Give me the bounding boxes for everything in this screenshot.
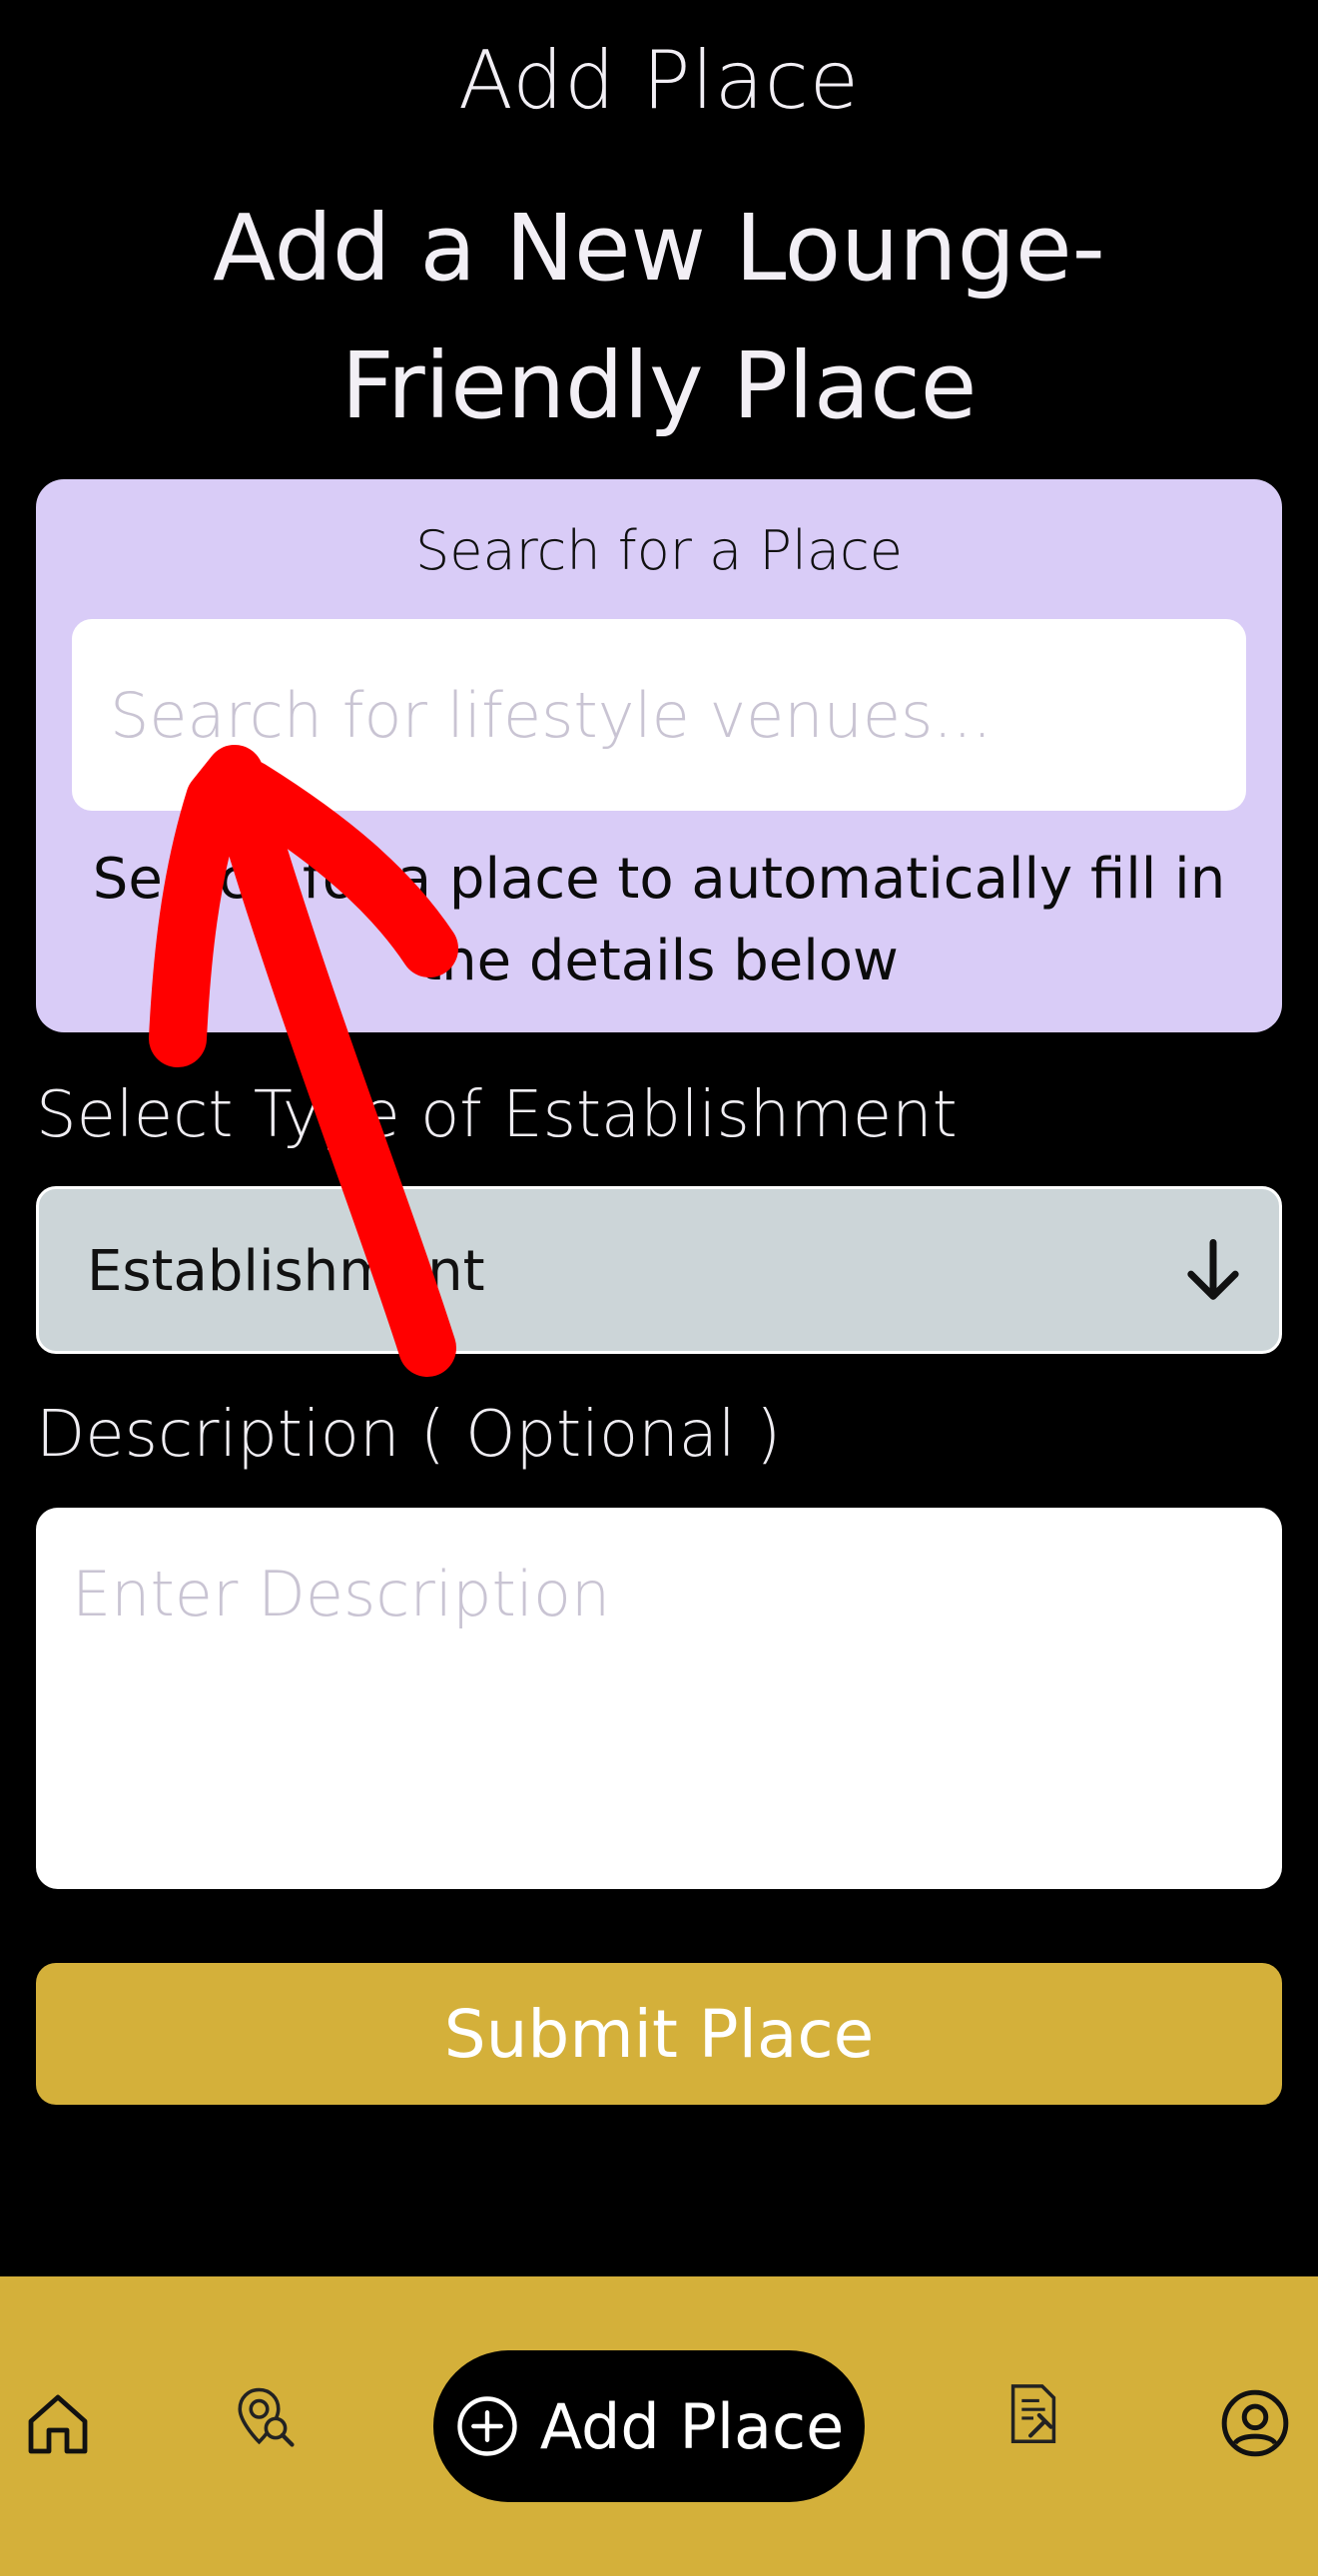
description-textarea[interactable] (36, 1508, 1282, 1889)
page-heading: Add a New Lounge- Friendly Place (100, 180, 1218, 455)
add-circle-icon (457, 2396, 517, 2456)
search-help-line2: the details below (419, 929, 899, 993)
bottom-nav: Add Place (0, 2276, 1318, 2576)
search-card-title: Search for a Place (415, 519, 903, 582)
search-card: Search for a Place Search for a place to… (36, 479, 1282, 1032)
page-header-title: Add Place (457, 34, 860, 127)
page-heading-line2: Friendly Place (340, 332, 978, 439)
search-input[interactable] (72, 619, 1246, 811)
nav-add-place-label: Add Place (539, 2389, 845, 2463)
search-help-text: Search for a place to automatically fill… (56, 839, 1262, 1002)
description-label: Description ( Optional ) (36, 1398, 782, 1472)
page-heading-line1: Add a New Lounge- (213, 195, 1105, 302)
map-search-icon[interactable] (232, 2384, 298, 2450)
nav-add-place-button[interactable]: Add Place (433, 2350, 865, 2502)
establishment-selected-value: Establishment (87, 1239, 485, 1304)
submit-place-button[interactable]: Submit Place (36, 1963, 1282, 2105)
home-icon[interactable] (22, 2388, 94, 2460)
document-gavel-icon[interactable] (998, 2380, 1068, 2450)
profile-icon[interactable] (1218, 2386, 1292, 2460)
establishment-select[interactable]: Establishment (36, 1186, 1282, 1354)
search-help-line1: Search for a place to automatically fill… (92, 847, 1226, 912)
establishment-label: Select Type of Establishment (36, 1078, 958, 1152)
arrow-down-icon (1187, 1239, 1239, 1300)
